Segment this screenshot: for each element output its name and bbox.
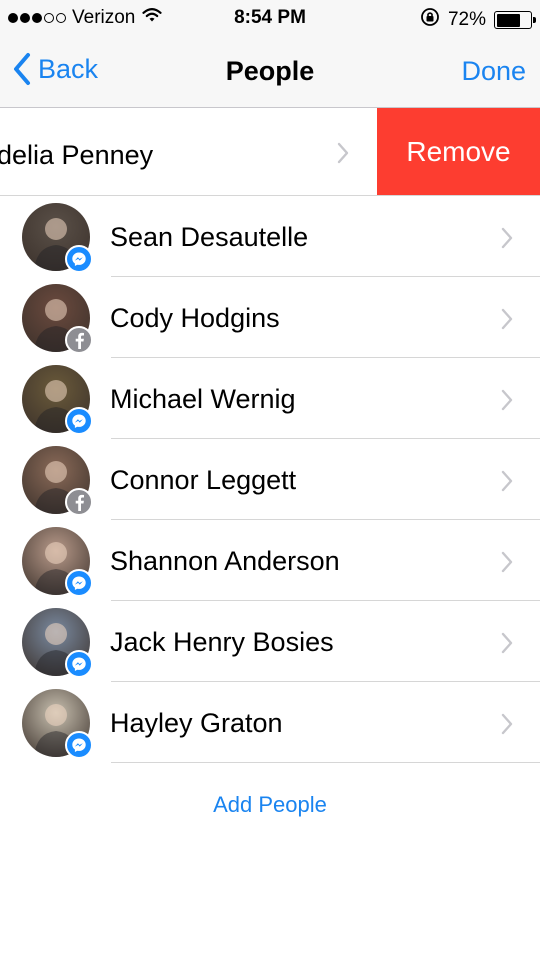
status-bar: Verizon 8:54 PM 72% bbox=[0, 0, 540, 36]
chevron-right-icon bbox=[501, 308, 513, 330]
contact-row[interactable]: Michael Wernig bbox=[0, 358, 540, 439]
contact-name: Cody Hodgins bbox=[110, 303, 280, 333]
contact-row[interactable]: Cody Hodgins bbox=[0, 277, 540, 358]
page-title: People bbox=[225, 56, 315, 86]
messenger-icon bbox=[65, 245, 93, 273]
contact-name: delia Penney bbox=[0, 140, 154, 170]
contact-name: Shannon Anderson bbox=[110, 546, 340, 576]
contact-name: Hayley Graton bbox=[110, 708, 283, 738]
battery-tip bbox=[533, 17, 536, 23]
rotation-lock-icon bbox=[420, 7, 440, 33]
chevron-right-icon bbox=[337, 142, 349, 164]
swiped-contact-content[interactable]: delia Penney bbox=[0, 108, 377, 195]
contact-row[interactable]: Connor Leggett bbox=[0, 439, 540, 520]
status-right: 72% bbox=[420, 7, 536, 33]
chevron-right-icon bbox=[501, 713, 513, 735]
contact-name: Jack Henry Bosies bbox=[110, 627, 334, 657]
contact-name: Sean Desautelle bbox=[110, 222, 309, 252]
chevron-right-icon bbox=[501, 551, 513, 573]
contact-row[interactable]: Shannon Anderson bbox=[0, 520, 540, 601]
battery-fill bbox=[496, 13, 521, 27]
navigation-bar: Back People Done bbox=[0, 36, 540, 108]
row-divider bbox=[111, 762, 540, 763]
chevron-right-icon bbox=[501, 227, 513, 249]
swiped-contact-row: delia Penney Remove bbox=[0, 108, 540, 196]
contact-row[interactable]: Jack Henry Bosies bbox=[0, 601, 540, 682]
facebook-icon bbox=[65, 488, 93, 516]
done-button[interactable]: Done bbox=[461, 56, 526, 87]
battery-icon bbox=[494, 11, 536, 29]
messenger-icon bbox=[65, 569, 93, 597]
chevron-right-icon bbox=[501, 632, 513, 654]
chevron-right-icon bbox=[501, 470, 513, 492]
battery-percent: 72% bbox=[447, 9, 486, 30]
contact-list: Sean Desautelle Cody Hodgins Michael Werni… bbox=[0, 196, 540, 763]
chevron-right-icon bbox=[501, 389, 513, 411]
messenger-icon bbox=[65, 407, 93, 435]
contact-name: Michael Wernig bbox=[110, 384, 296, 414]
contact-row[interactable]: Sean Desautelle bbox=[0, 196, 540, 277]
messenger-icon bbox=[65, 650, 93, 678]
contact-name: Connor Leggett bbox=[110, 465, 297, 495]
remove-button[interactable]: Remove bbox=[377, 108, 540, 195]
contact-row[interactable]: Hayley Graton bbox=[0, 682, 540, 763]
messenger-icon bbox=[65, 731, 93, 759]
add-people-button[interactable]: Add People bbox=[0, 792, 540, 818]
facebook-icon bbox=[65, 326, 93, 354]
